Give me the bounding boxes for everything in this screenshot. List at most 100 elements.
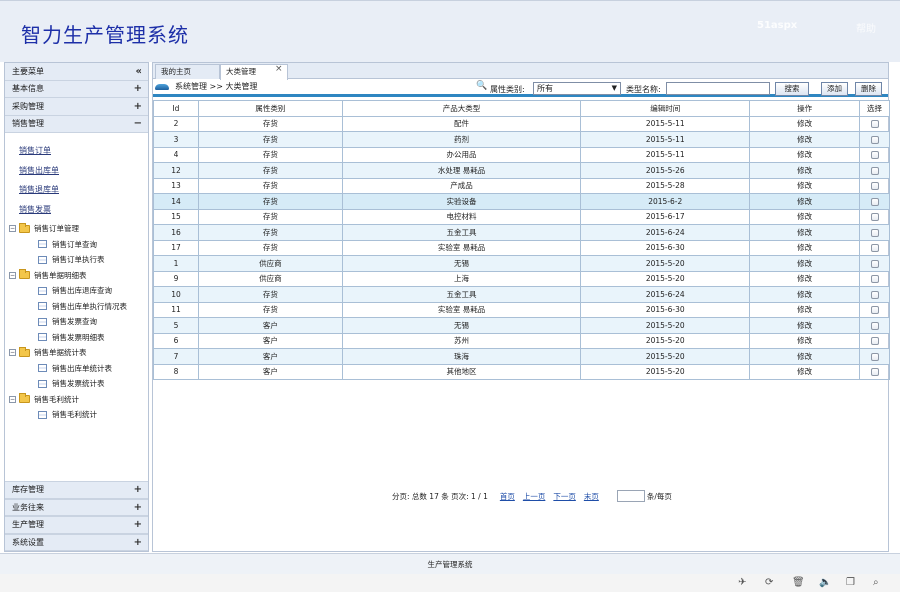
table-cell: 存货 xyxy=(197,162,343,179)
edit-link[interactable]: 修改 xyxy=(749,224,860,241)
tree-collapse-icon[interactable]: − xyxy=(9,349,16,357)
row-checkbox[interactable] xyxy=(870,275,879,284)
tree-leaf[interactable]: 销售出库单执行情况表 xyxy=(9,299,148,315)
expand-icon[interactable]: + xyxy=(134,83,142,94)
row-checkbox[interactable] xyxy=(870,135,879,144)
expand-icon[interactable]: + xyxy=(134,519,142,530)
search-button[interactable]: 搜索 xyxy=(775,82,809,96)
edit-link[interactable]: 修改 xyxy=(749,239,860,256)
add-button[interactable]: 添加 xyxy=(821,82,848,96)
tree-leaf[interactable]: 销售发票统计表 xyxy=(9,376,148,392)
sidebar-group-label: 销售管理 xyxy=(12,119,44,129)
sidebar-group[interactable]: 销售管理 − xyxy=(5,115,148,133)
table-cell: 珠海 xyxy=(341,348,582,365)
expand-icon[interactable]: − xyxy=(134,118,142,129)
tree-node[interactable]: − 销售单据统计表 xyxy=(9,345,148,361)
row-checkbox[interactable] xyxy=(870,368,879,377)
category-table: Id 属性类别 产品大类型 编辑时间 操作 选择 2 存货 配件 2015-5-11 修改 3 存货药… xyxy=(153,100,890,380)
help-link[interactable]: 帮助 xyxy=(856,20,876,35)
sidebar-group[interactable]: 系统设置 + xyxy=(5,533,148,551)
tree-leaf[interactable]: 销售订单查询 xyxy=(9,237,148,253)
prev-page-link[interactable]: 上一页 xyxy=(523,491,546,502)
tree-leaf[interactable]: 销售出库单统计表 xyxy=(9,361,148,377)
edit-link[interactable]: 修改 xyxy=(749,348,860,365)
tree-leaf[interactable]: 销售发票查询 xyxy=(9,314,148,330)
row-checkbox[interactable] xyxy=(870,321,879,330)
last-page-link[interactable]: 末页 xyxy=(584,491,599,502)
sidebar-link[interactable]: 销售退库单 xyxy=(19,180,148,200)
expand-icon[interactable]: + xyxy=(134,484,142,495)
edit-link[interactable]: 修改 xyxy=(749,193,860,210)
sidebar-link[interactable]: 销售发票 xyxy=(19,200,148,220)
rocket-icon[interactable]: ✈ xyxy=(738,577,746,588)
sidebar-group[interactable]: 业务往来 + xyxy=(5,498,148,516)
refresh-icon[interactable]: ⟳ xyxy=(765,577,773,588)
sidebar-group[interactable]: 基本信息 + xyxy=(5,80,148,98)
row-checkbox[interactable] xyxy=(870,337,879,346)
tree-node[interactable]: − 销售毛利统计 xyxy=(9,392,148,408)
row-checkbox[interactable] xyxy=(870,259,879,268)
tree-collapse-icon[interactable]: − xyxy=(9,395,16,403)
edit-link[interactable]: 修改 xyxy=(749,208,860,225)
tree-leaf[interactable]: 销售毛利统计 xyxy=(9,407,148,423)
row-checkbox[interactable] xyxy=(870,213,879,222)
row-checkbox[interactable] xyxy=(870,306,879,315)
delete-button[interactable]: 删除 xyxy=(855,82,882,96)
page-size-input[interactable] xyxy=(616,490,645,502)
attribute-type-select[interactable]: 所有 ▼ xyxy=(533,82,621,95)
tree-leaf[interactable]: 销售发票明细表 xyxy=(9,330,148,346)
expand-icon[interactable]: + xyxy=(134,537,142,548)
row-checkbox[interactable] xyxy=(870,120,879,129)
tab-close-icon[interactable]: × xyxy=(275,64,283,74)
edit-link[interactable]: 修改 xyxy=(749,131,860,148)
table-cell: 存货 xyxy=(197,286,343,303)
tree-leaf-label: 销售发票明细表 xyxy=(52,332,105,342)
sidebar-link[interactable]: 销售订单 xyxy=(19,141,148,161)
tree-collapse-icon[interactable]: − xyxy=(9,225,16,233)
row-checkbox[interactable] xyxy=(870,290,879,299)
row-checkbox[interactable] xyxy=(870,197,879,206)
first-page-link[interactable]: 首页 xyxy=(500,491,515,502)
edit-link[interactable]: 修改 xyxy=(749,115,860,132)
tree-node[interactable]: − 销售订单管理 xyxy=(9,221,148,237)
edit-link[interactable]: 修改 xyxy=(749,301,860,318)
edit-link[interactable]: 修改 xyxy=(749,177,860,194)
edit-link[interactable]: 修改 xyxy=(749,286,860,303)
row-checkbox[interactable] xyxy=(870,244,879,253)
edit-link[interactable]: 修改 xyxy=(749,146,860,163)
type-name-input[interactable] xyxy=(666,82,770,95)
expand-icon[interactable]: + xyxy=(134,502,142,513)
expand-icon[interactable]: + xyxy=(134,101,142,112)
trash-icon[interactable]: 🗑 xyxy=(792,577,805,588)
volume-icon[interactable]: 🔈 xyxy=(819,577,831,588)
table-row: 4 存货 办公用品 2015-5-11 修改 xyxy=(153,146,890,163)
row-checkbox[interactable] xyxy=(870,151,879,160)
edit-link[interactable]: 修改 xyxy=(749,270,860,287)
tree-collapse-icon[interactable]: − xyxy=(9,271,16,279)
row-checkbox[interactable] xyxy=(870,182,879,191)
collapse-icon[interactable]: « xyxy=(136,66,142,77)
edit-link[interactable]: 修改 xyxy=(749,162,860,179)
table-cell: 2015-5-26 xyxy=(580,162,751,179)
table-cell: 2015-5-20 xyxy=(580,255,751,272)
next-page-link[interactable]: 下一页 xyxy=(553,491,576,502)
window-icon[interactable]: ❐ xyxy=(846,577,855,588)
row-checkbox[interactable] xyxy=(870,352,879,361)
edit-link[interactable]: 修改 xyxy=(749,255,860,272)
edit-link[interactable]: 修改 xyxy=(749,332,860,349)
tree-leaf[interactable]: 销售出库退库查询 xyxy=(9,283,148,299)
tree-node[interactable]: − 销售单据明细表 xyxy=(9,268,148,284)
search-icon[interactable]: ⌕ xyxy=(873,577,879,588)
folder-icon xyxy=(19,222,30,233)
sidebar-group-label: 基本信息 xyxy=(12,84,44,94)
sidebar-link[interactable]: 销售出库单 xyxy=(19,161,148,181)
tab-home[interactable]: 我的主页 xyxy=(155,64,220,79)
tree-leaf[interactable]: 销售订单执行表 xyxy=(9,252,148,268)
sidebar-group[interactable]: 采购管理 + xyxy=(5,98,148,116)
edit-link[interactable]: 修改 xyxy=(749,317,860,334)
row-checkbox[interactable] xyxy=(870,228,879,237)
edit-link[interactable]: 修改 xyxy=(749,363,860,380)
sidebar-group[interactable]: 生产管理 + xyxy=(5,516,148,534)
row-checkbox[interactable] xyxy=(870,166,879,175)
sidebar-group[interactable]: 库存管理 + xyxy=(5,481,148,499)
